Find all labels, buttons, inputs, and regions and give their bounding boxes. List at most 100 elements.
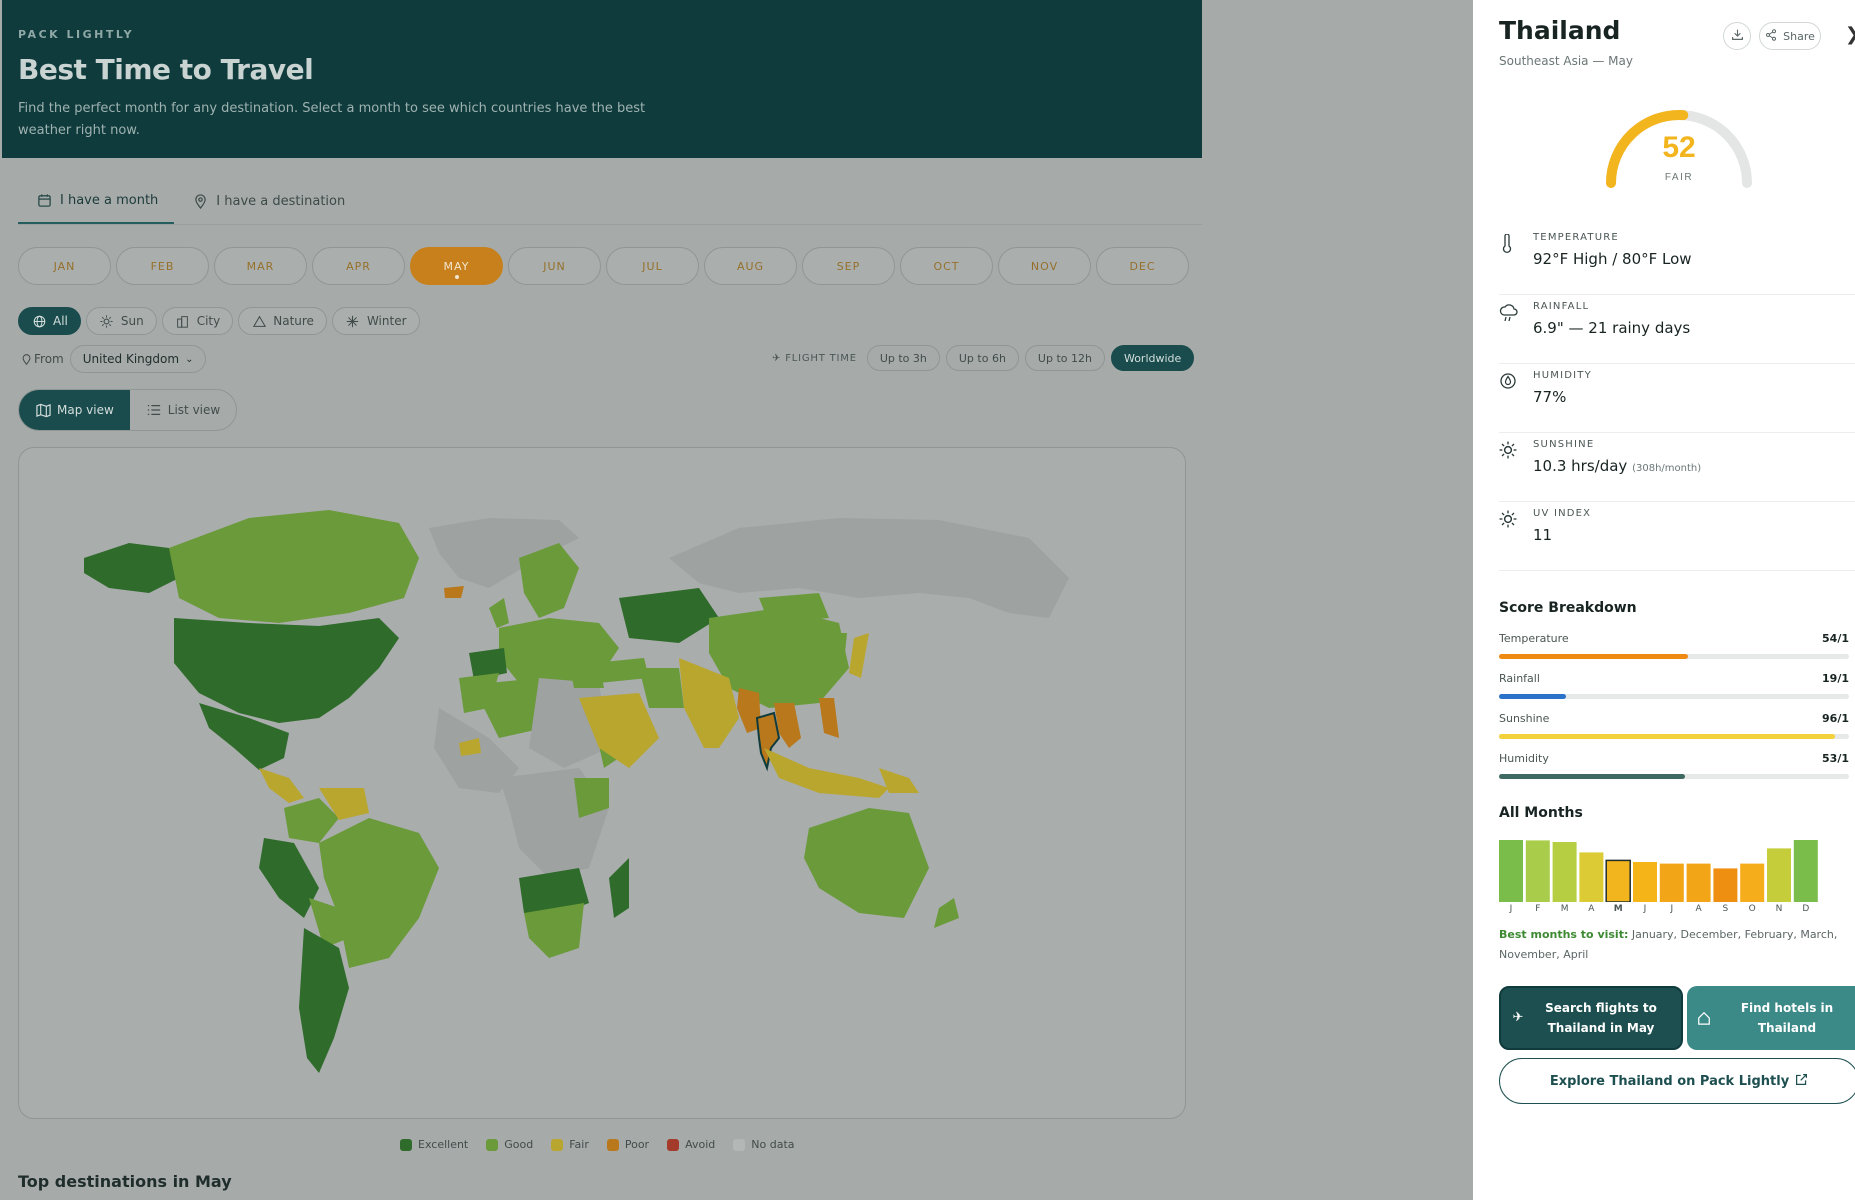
month-bar[interactable]: [1579, 852, 1604, 902]
month-bar[interactable]: [1525, 840, 1550, 902]
month-bar[interactable]: [1686, 863, 1711, 902]
month-bar[interactable]: [1659, 863, 1684, 902]
month-oct-button[interactable]: OCT: [900, 247, 993, 285]
month-bar[interactable]: [1552, 842, 1577, 902]
month-bar-label: D: [1802, 904, 1810, 914]
month-mar-button[interactable]: MAR: [214, 247, 307, 285]
breakdown-value: 19/1: [1822, 672, 1849, 685]
country-central-america[interactable]: [259, 768, 304, 803]
filter-city[interactable]: City: [161, 307, 234, 335]
share-label: Share: [1783, 29, 1815, 43]
month-apr-button[interactable]: APR: [312, 247, 405, 285]
download-button[interactable]: [1723, 22, 1751, 50]
month-jul-button[interactable]: JUL: [606, 247, 699, 285]
month-jun-button[interactable]: JUN: [508, 247, 601, 285]
best-months-label: Best months to visit:: [1499, 928, 1629, 941]
filter-nature[interactable]: Nature: [238, 307, 327, 335]
world-map[interactable]: [18, 447, 1186, 1119]
all-months-labels: JFMAMJJASOND: [1499, 904, 1855, 918]
tab-have-month[interactable]: I have a month: [18, 188, 175, 224]
flight-time-text: FLIGHT TIME: [785, 352, 857, 364]
country-canada[interactable]: [169, 510, 419, 623]
legend-swatch-avoid: [667, 1138, 680, 1151]
country-new-zealand[interactable]: [934, 898, 959, 928]
list-view-button[interactable]: List view: [130, 390, 236, 430]
filter-label: Nature: [273, 314, 314, 328]
month-aug-button[interactable]: AUG: [704, 247, 797, 285]
tab-label: I have a month: [60, 192, 159, 208]
pin-icon: [18, 351, 34, 367]
metric-label: HUMIDITY: [1533, 370, 1592, 381]
metric-value: 77%: [1533, 388, 1567, 406]
share-icon: [1765, 28, 1777, 44]
country-uk[interactable]: [489, 598, 509, 628]
month-bar-label: A: [1588, 904, 1595, 914]
country-kazakhstan[interactable]: [619, 588, 719, 643]
country-brazil[interactable]: [319, 818, 439, 968]
country-alaska[interactable]: [84, 543, 179, 593]
from-label: From: [34, 352, 64, 366]
country-korea[interactable]: [834, 633, 847, 653]
month-bar[interactable]: [1605, 859, 1631, 902]
country-vietnam-laos[interactable]: [774, 703, 801, 748]
month-bar[interactable]: [1793, 840, 1818, 902]
map-view-button[interactable]: Map view: [19, 390, 130, 430]
country-egypt[interactable]: [569, 663, 604, 688]
month-bar[interactable]: [1767, 848, 1791, 902]
legend-label: Fair: [569, 1138, 589, 1151]
country-peru[interactable]: [259, 838, 319, 918]
explore-country-link[interactable]: Explore Thailand on Pack Lightly: [1499, 1058, 1855, 1104]
month-bar[interactable]: [1740, 863, 1765, 902]
metric-uv-index: UV INDEX 11: [1499, 502, 1855, 571]
month-bar-label: A: [1695, 904, 1702, 914]
country-russia[interactable]: [669, 518, 1069, 618]
download-icon: [1731, 28, 1744, 44]
find-hotels-button[interactable]: Find hotels in Thailand: [1687, 986, 1855, 1050]
flight-option-6h[interactable]: Up to 6h: [945, 345, 1019, 371]
filter-label: All: [53, 314, 68, 328]
view-toggle: Map view List view: [18, 389, 238, 431]
best-months: Best months to visit: January, December,…: [1499, 925, 1849, 965]
share-button[interactable]: Share: [1759, 22, 1821, 50]
score-breakdown: Temperature 54/1 Rainfall 19/1 Sunshine 96/1 H…: [1499, 632, 1849, 792]
month-bar[interactable]: [1499, 840, 1523, 902]
month-jan-button[interactable]: JAN: [18, 247, 111, 285]
flight-option-3h[interactable]: Up to 3h: [866, 345, 940, 371]
month-dec-button[interactable]: DEC: [1096, 247, 1189, 285]
flight-option-worldwide[interactable]: Worldwide: [1110, 345, 1195, 371]
month-bar[interactable]: [1713, 868, 1738, 902]
filter-all[interactable]: All: [18, 307, 81, 335]
metric-humidity: HUMIDITY 77%: [1499, 364, 1855, 433]
metric-value: 6.9" — 21 rainy days: [1533, 319, 1691, 337]
close-icon[interactable]: ❯: [1845, 24, 1855, 45]
plane-icon: ✈: [772, 352, 782, 364]
country-australia[interactable]: [804, 808, 929, 918]
country-madagascar[interactable]: [609, 858, 629, 918]
month-may-button[interactable]: MAY: [410, 247, 503, 285]
month-bar[interactable]: [1633, 862, 1657, 902]
origin-dropdown[interactable]: United Kingdom ⌄: [69, 345, 207, 373]
filter-sun[interactable]: Sun: [85, 307, 157, 335]
score-gauge: 52 FAIR: [1599, 100, 1759, 200]
country-iceland[interactable]: [444, 586, 464, 598]
tabs-divider: [18, 224, 1202, 225]
flight-option-12h[interactable]: Up to 12h: [1024, 345, 1105, 371]
country-iran[interactable]: [639, 668, 684, 708]
legend-excellent: Excellent: [400, 1138, 468, 1151]
country-title: Thailand: [1499, 16, 1621, 45]
month-feb-button[interactable]: FEB: [116, 247, 209, 285]
month-nov-button[interactable]: NOV: [998, 247, 1091, 285]
calendar-icon: [36, 192, 52, 208]
filter-winter[interactable]: Winter: [331, 307, 420, 335]
country-philippines[interactable]: [819, 698, 839, 738]
main-page-dimmed: PACK LIGHTLY Best Time to Travel Find th…: [0, 0, 1473, 1200]
month-sep-button[interactable]: SEP: [802, 247, 895, 285]
flight-time-filter: ✈ FLIGHT TIME Up to 3h Up to 6h Up to 12…: [772, 345, 1195, 371]
country-argentina-chile[interactable]: [299, 928, 349, 1073]
search-flights-button[interactable]: ✈ Search flights to Thailand in May: [1499, 986, 1683, 1050]
country-japan[interactable]: [849, 633, 869, 678]
month-bar-label: F: [1535, 904, 1541, 914]
country-indonesia[interactable]: [764, 748, 889, 798]
page-description: Find the perfect month for any destinati…: [18, 101, 646, 138]
tab-have-destination[interactable]: I have a destination: [174, 188, 361, 224]
